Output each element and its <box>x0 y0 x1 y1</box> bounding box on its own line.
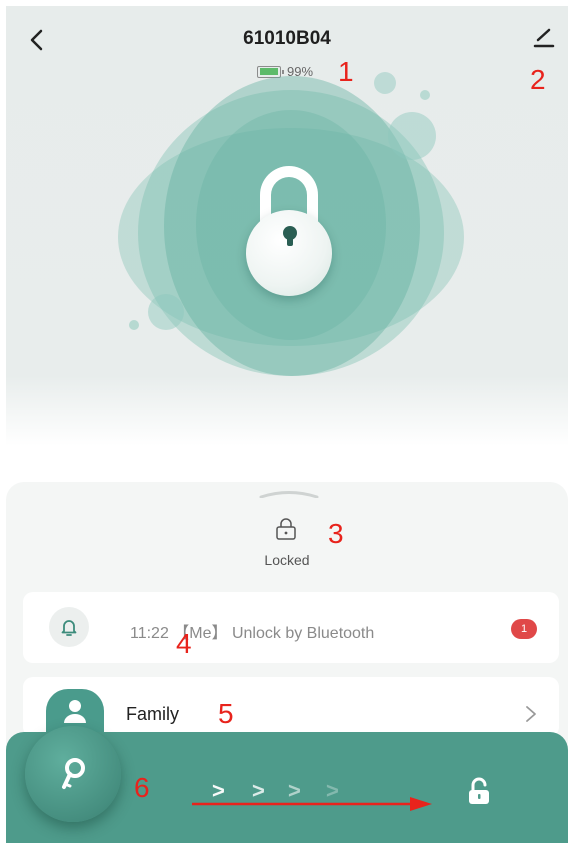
annotation-5: 5 <box>218 698 234 729</box>
unlock-icon <box>469 777 489 804</box>
decor-bubble-2 <box>374 72 396 94</box>
annotation-4: 4 <box>176 628 192 659</box>
event-count-badge: 1 <box>511 619 537 639</box>
lock-status-icon <box>276 518 296 540</box>
lock-status-text: Locked <box>264 552 310 568</box>
annotation-1: 1 <box>338 56 354 87</box>
edit-icon <box>533 28 555 48</box>
annotation-3: 3 <box>328 518 344 549</box>
panel-drag-handle[interactable] <box>259 490 319 498</box>
decor-bubble-1 <box>388 112 436 160</box>
slide-key-handle[interactable] <box>25 726 121 822</box>
decor-bubble-5 <box>129 320 139 330</box>
battery-icon <box>257 65 284 78</box>
edit-button[interactable] <box>532 26 556 50</box>
chevron-right-icon <box>526 706 536 722</box>
family-label: Family <box>126 704 179 724</box>
bell-icon <box>61 620 77 636</box>
device-title: 61010B04 <box>243 28 331 49</box>
annotation-6: 6 <box>134 772 150 803</box>
decor-bubble-4 <box>148 294 184 330</box>
annotation-2: 2 <box>530 64 546 95</box>
bell-button <box>49 607 89 647</box>
latest-event-text: 11:22 【Me】 Unlock by Bluetooth <box>130 625 375 642</box>
swipe-direction-arrow <box>192 797 432 811</box>
decor-bubble-3 <box>420 90 430 100</box>
key-icon <box>62 758 85 789</box>
